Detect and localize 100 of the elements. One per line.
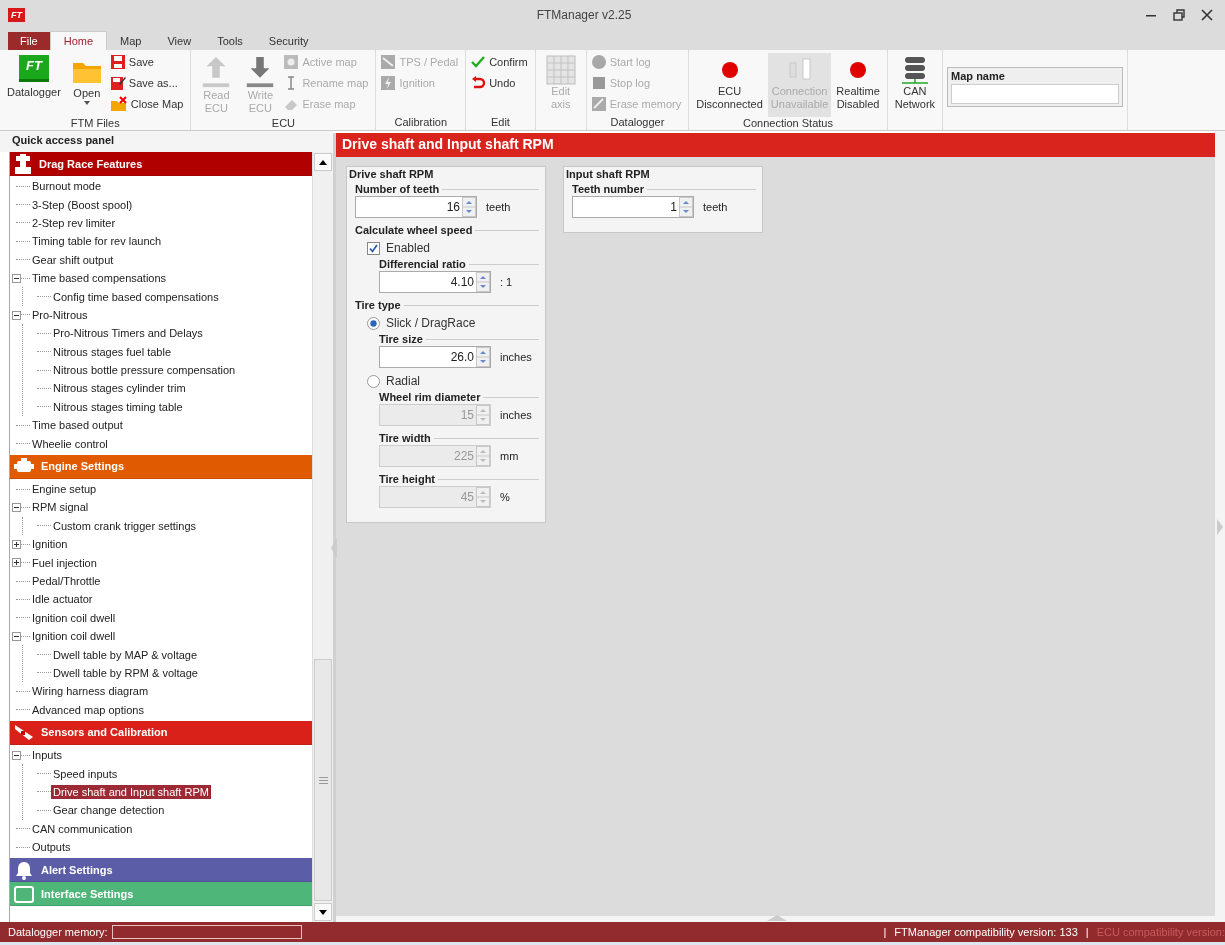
- tree-item[interactable]: Wheelie control: [30, 436, 110, 451]
- file-menu[interactable]: File: [8, 32, 50, 50]
- tree-item[interactable]: Wiring harness diagram: [30, 684, 151, 699]
- ribbon-button[interactable]: FT Datalogger: [4, 53, 64, 117]
- tree-item[interactable]: Idle actuator: [30, 592, 95, 607]
- unit-label: inches: [500, 409, 532, 421]
- close-icon[interactable]: [1199, 7, 1215, 23]
- tree-item[interactable]: Ignition coil dwell: [30, 610, 118, 625]
- tree-item[interactable]: CAN communication: [30, 821, 135, 836]
- status-separator: |: [1085, 926, 1089, 938]
- tree-item[interactable]: Nitrous stages fuel table: [51, 344, 173, 359]
- tree-item[interactable]: Dwell table by MAP & voltage: [51, 647, 200, 662]
- status-text: FTManager compatibility version: 133: [894, 926, 1078, 938]
- scroll-down-button[interactable]: [314, 903, 332, 921]
- scroll-up-button[interactable]: [314, 153, 332, 171]
- collapse-icon[interactable]: [12, 273, 21, 283]
- square-icon: [13, 883, 35, 904]
- grid-icon: [545, 55, 576, 85]
- ribbon-tab[interactable]: View: [154, 32, 205, 50]
- tree-item[interactable]: Pro-Nitrous Timers and Delays: [51, 326, 205, 341]
- tree-item[interactable]: 3-Step (Boost spool): [30, 197, 135, 212]
- group-label: Calibration: [394, 116, 448, 128]
- tree-item[interactable]: Pro-Nitrous: [30, 307, 90, 322]
- server-stack-icon: [899, 55, 930, 85]
- unit-label: teeth: [486, 201, 511, 213]
- checkbox[interactable]: [367, 241, 380, 255]
- tree-item[interactable]: Nitrous stages timing table: [51, 399, 185, 414]
- spinner-icon[interactable]: [679, 197, 693, 217]
- up-arrow-icon: [319, 159, 327, 165]
- check-icon: [470, 54, 487, 70]
- tree-item[interactable]: Engine setup: [30, 482, 99, 497]
- group-label: ECU: [271, 117, 296, 129]
- group-label: Datalogger: [610, 116, 665, 128]
- tree-item[interactable]: Outputs: [30, 840, 73, 855]
- group-title: Input shaft RPM: [566, 168, 651, 180]
- number-field[interactable]: 16: [355, 196, 477, 218]
- ribbon-button[interactable]: Undo: [470, 74, 531, 92]
- group-label: Edit: [490, 116, 510, 128]
- tree-item[interactable]: Time based output: [30, 418, 125, 433]
- tree-item[interactable]: Custom crank trigger settings: [51, 518, 199, 533]
- ribbon-tab[interactable]: Security: [255, 32, 322, 50]
- floppy-pencil-icon: [109, 75, 126, 91]
- spinner-icon[interactable]: [476, 347, 490, 367]
- spinner-icon[interactable]: [462, 197, 476, 217]
- ribbon-button[interactable]: ECU Disconnected: [693, 53, 766, 117]
- number-field[interactable]: 26.0: [379, 346, 491, 368]
- collapse-icon[interactable]: [12, 310, 21, 320]
- ribbon-tab[interactable]: Tools: [204, 32, 256, 50]
- input-field[interactable]: [951, 84, 1120, 104]
- tree-item[interactable]: Nitrous bottle pressure compensation: [51, 363, 238, 378]
- radio-button[interactable]: [367, 374, 380, 388]
- ribbon-button[interactable]: Save as...: [109, 74, 187, 92]
- tree-item[interactable]: Ignition coil dwell: [30, 629, 118, 644]
- ribbon-tab[interactable]: Map: [107, 32, 155, 50]
- tree-item[interactable]: Inputs: [30, 748, 64, 763]
- tree-item[interactable]: Time based compensations: [30, 271, 169, 286]
- tree-item[interactable]: 2-Step rev limiter: [30, 215, 118, 230]
- tree-item[interactable]: Timing table for rev launch: [30, 234, 164, 249]
- ribbon-button[interactable]: Close Map: [109, 95, 187, 113]
- tree-item[interactable]: Pedal/Throttle: [30, 574, 103, 588]
- expand-icon[interactable]: [12, 540, 21, 550]
- tree-item[interactable]: RPM signal: [30, 500, 91, 515]
- tree-item[interactable]: Gear change detection: [51, 803, 167, 818]
- app-logo: FT: [8, 8, 25, 22]
- unit-label: %: [500, 491, 510, 503]
- ribbon-button[interactable]: Confirm: [470, 53, 531, 71]
- collapse-icon[interactable]: [12, 750, 21, 760]
- tree-item[interactable]: Nitrous stages cylinder trim: [51, 381, 188, 396]
- ribbon-button[interactable]: Save: [109, 53, 187, 71]
- scroll-thumb[interactable]: [314, 659, 332, 901]
- number-field[interactable]: 1: [572, 196, 694, 218]
- ribbon-button[interactable]: Open: [65, 53, 108, 117]
- number-field[interactable]: 4.10: [379, 271, 491, 293]
- section-header[interactable]: Alert Settings: [10, 858, 312, 883]
- spinner-icon[interactable]: [476, 272, 490, 292]
- tree-item[interactable]: Advanced map options: [30, 702, 146, 717]
- radio-button[interactable]: [367, 316, 380, 330]
- ribbon-button[interactable]: Realtime Disabled: [833, 53, 883, 117]
- field-label: Teeth number: [572, 183, 644, 195]
- ribbon-button[interactable]: CAN Network: [891, 53, 939, 117]
- tree-item[interactable]: Speed inputs: [51, 766, 120, 781]
- collapse-icon[interactable]: [12, 632, 21, 641]
- tree-item[interactable]: Ignition: [30, 537, 70, 552]
- ribbon-tab[interactable]: Home: [49, 31, 108, 50]
- section-label: Calculate wheel speed: [355, 224, 473, 236]
- section-header[interactable]: Drag Race Features: [10, 152, 312, 176]
- section-header[interactable]: Engine Settings: [10, 454, 312, 479]
- tree-item[interactable]: Burnout mode: [30, 179, 104, 194]
- collapse-icon[interactable]: [12, 503, 21, 513]
- expand-icon[interactable]: [12, 558, 21, 568]
- restore-icon[interactable]: [1171, 7, 1187, 23]
- window-title: FTManager v2.25: [535, 8, 633, 22]
- tree-item[interactable]: Drive shaft and Input shaft RPM: [51, 784, 211, 799]
- tree-item[interactable]: Gear shift output: [30, 252, 116, 267]
- group-title: Drive shaft RPM: [349, 168, 435, 180]
- tree-item[interactable]: Config time based compensations: [51, 289, 221, 304]
- unit-label: teeth: [703, 201, 728, 213]
- tree-item[interactable]: Dwell table by RPM & voltage: [51, 665, 200, 680]
- section-header[interactable]: Sensors and Calibration: [10, 720, 312, 745]
- tree-item[interactable]: Fuel injection: [30, 555, 99, 570]
